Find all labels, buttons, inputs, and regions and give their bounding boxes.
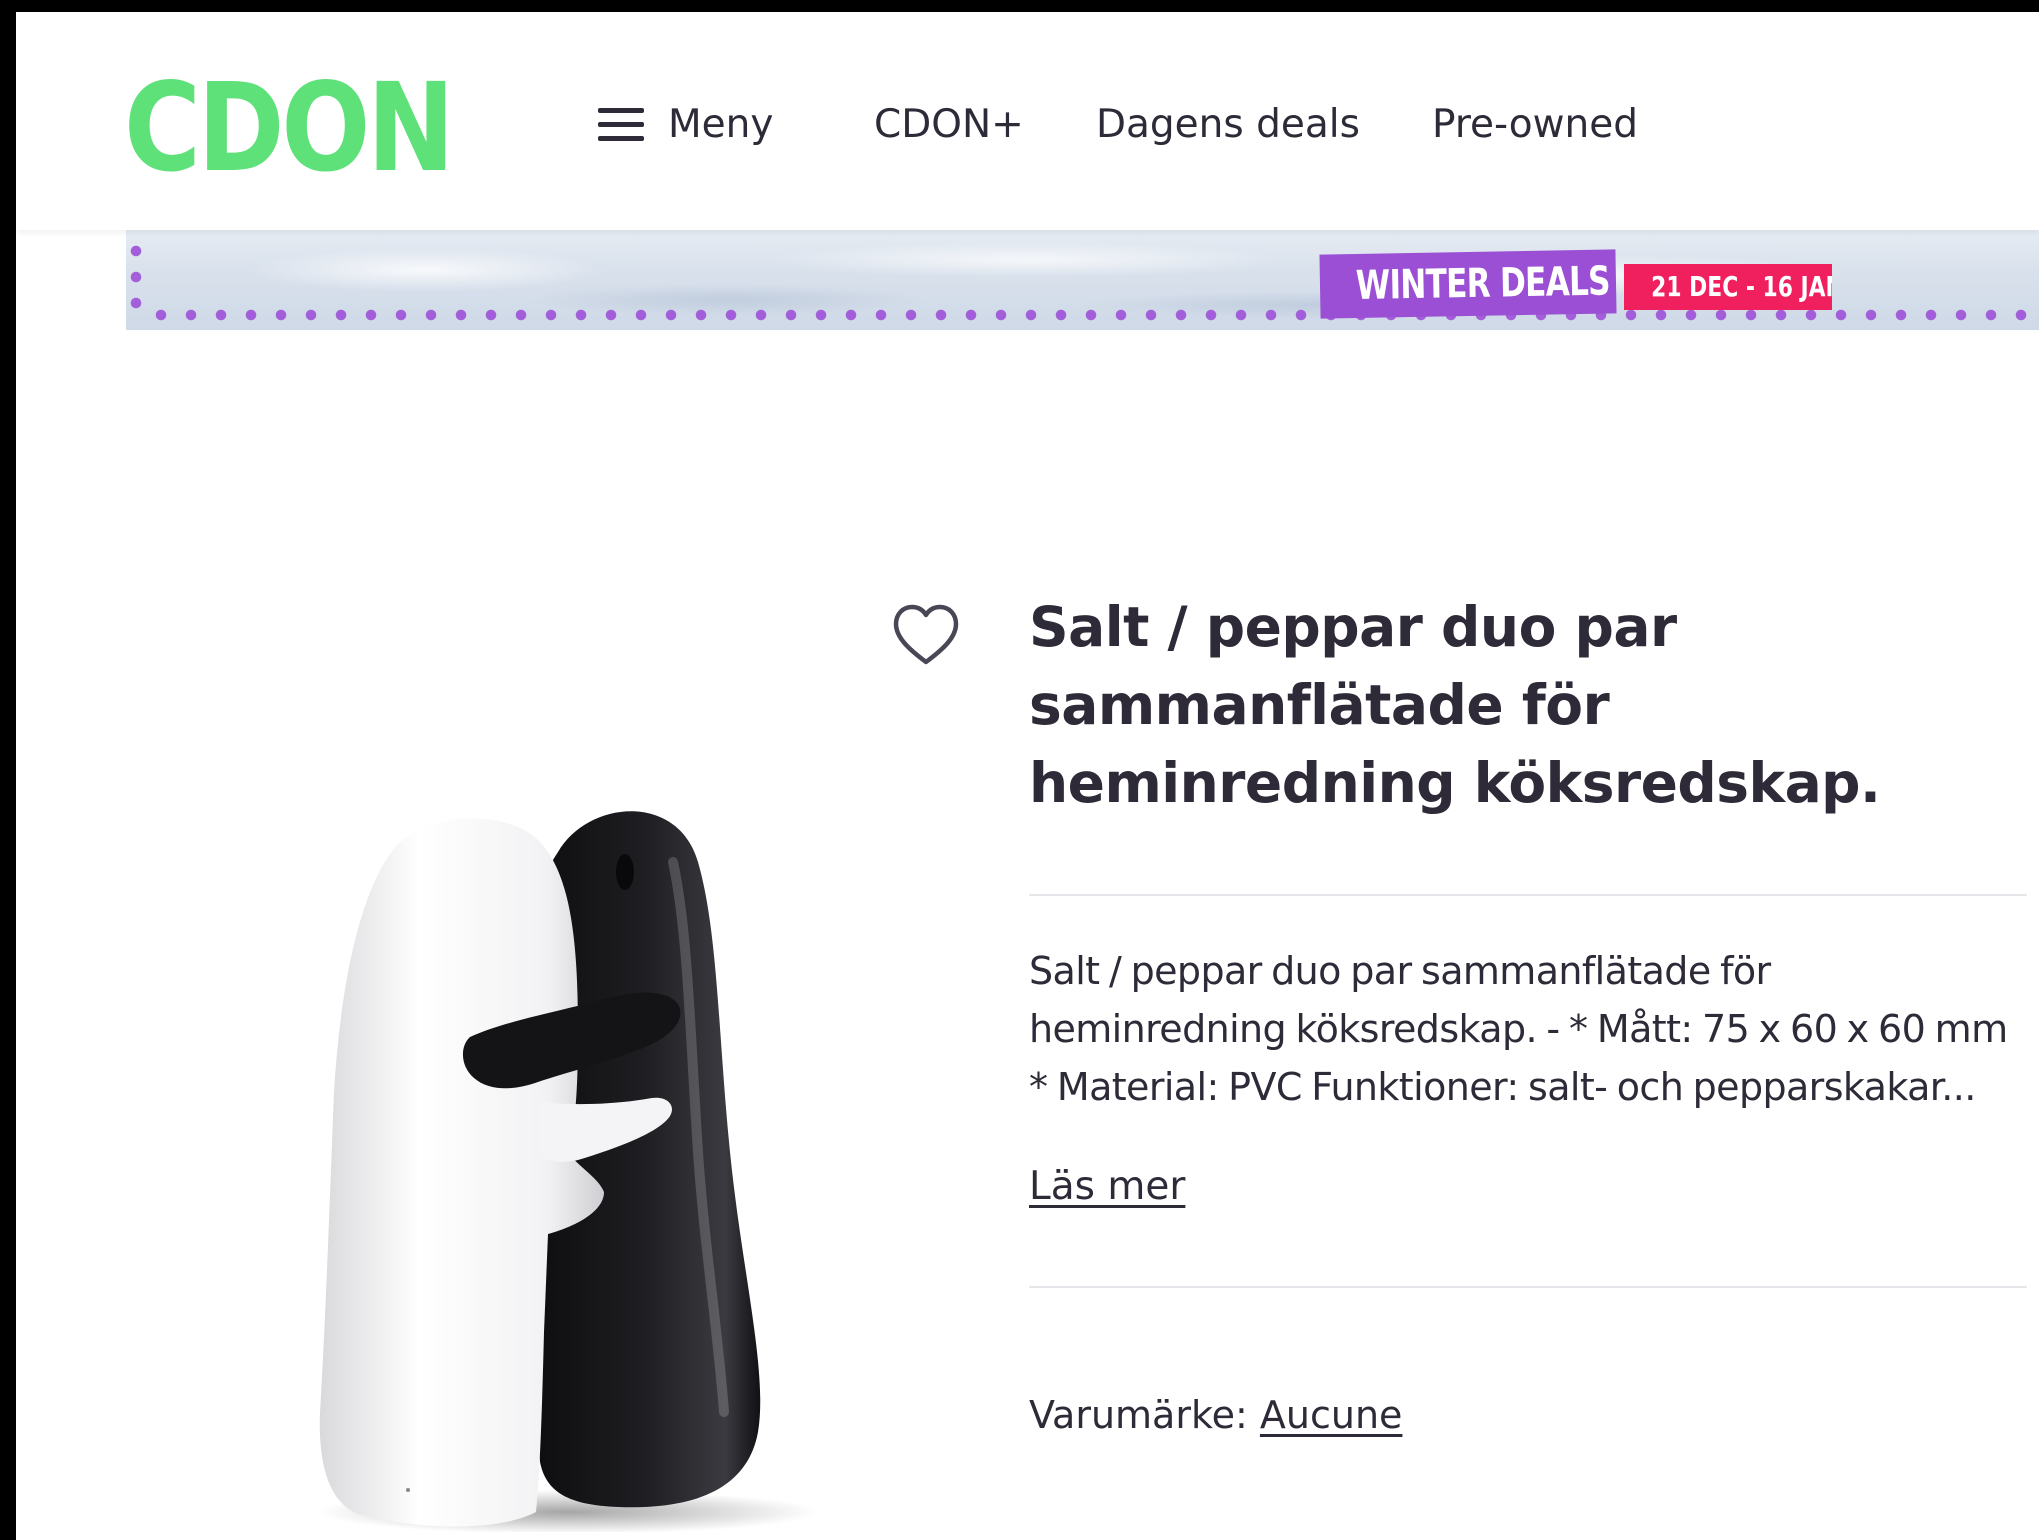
dotted-border-bottom [146,308,2039,322]
description-line: * Material: PVC Funktioner: salt- och pe… [1029,1065,1976,1109]
menu-button[interactable]: Meny [598,102,773,148]
product-description: Salt / peppar duo par sammanflätade för … [1029,942,2029,1116]
read-more-link[interactable]: Läs mer [1029,1162,1185,1212]
brand-label: Varumärke: [1029,1393,1248,1437]
divider [1029,1286,2027,1288]
description-line: Salt / peppar duo par sammanflätade för [1029,949,1771,993]
menu-label: Meny [668,102,774,147]
shaker-hole [406,1488,410,1492]
page: CDON Meny CDON+ Dagens deals Pre-owned W… [16,12,2039,1540]
banner-dates: 21 DEC - 16 JAN [1624,264,1832,310]
dotted-border-left [129,238,143,318]
nav-link-daily-deals[interactable]: Dagens deals [1096,102,1360,148]
winter-deals-banner[interactable]: WINTER DEALS 21 DEC - 16 JAN [126,230,2039,330]
product-image[interactable] [278,772,838,1532]
hamburger-icon [598,108,644,142]
black-shaker-hole [616,854,634,890]
nav-link-pre-owned[interactable]: Pre-owned [1432,102,1638,148]
site-header: CDON Meny CDON+ Dagens deals Pre-owned [16,12,2039,230]
brand-row: Varumärke: Aucune [1029,1390,1402,1440]
nav-link-cdon-plus[interactable]: CDON+ [874,102,1024,148]
cdon-logo[interactable]: CDON [124,67,455,189]
description-line: heminredning köksredskap. - * Mått: 75 x… [1029,1007,2008,1051]
favorite-heart-icon[interactable] [890,600,962,672]
divider [1029,894,2027,896]
banner-title: WINTER DEALS [1319,249,1617,319]
brand-link[interactable]: Aucune [1260,1393,1403,1437]
product-title: Salt / peppar duo par sammanflätade för … [1029,595,1881,815]
